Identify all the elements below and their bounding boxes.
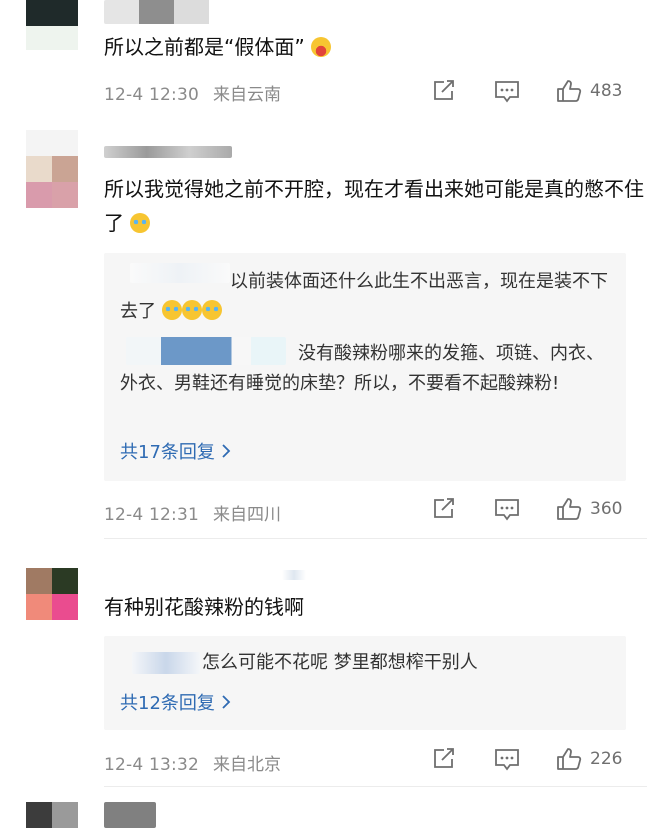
avatar[interactable] — [26, 802, 78, 828]
emoji-laugh-cry-icon — [201, 300, 222, 320]
location: 来自云南 — [212, 85, 281, 105]
like-icon — [557, 80, 582, 102]
comment-meta: 12-4 13:32 来自北京 — [104, 750, 281, 775]
timestamp: 12-4 13:32 — [104, 755, 199, 775]
more-replies-link[interactable]: 共12条回复 — [120, 689, 231, 715]
comment-icon — [495, 499, 519, 521]
like-icon — [557, 748, 582, 770]
like-count: 483 — [590, 81, 623, 101]
comment-button[interactable] — [494, 748, 520, 772]
reply-box: 怎么可能不花呢 梦里都想榨干别人 共12条回复 — [104, 636, 626, 730]
reply-text: 以前装体面还什么此生不出恶言，现在是装不下去了 — [120, 271, 608, 322]
comment-text: 所以我觉得她之前不开腔，现在才看出来她可能是真的憋不住了 — [104, 177, 644, 235]
like-icon — [557, 498, 582, 520]
location: 来自北京 — [212, 755, 281, 775]
emoji-laugh-cry-icon — [130, 213, 151, 233]
share-icon — [434, 498, 454, 518]
divider — [104, 786, 647, 787]
share-icon — [434, 80, 454, 100]
comment-meta: 12-4 12:30 来自云南 — [104, 80, 281, 105]
comment-meta: 12-4 12:31 来自四川 — [104, 500, 281, 525]
comment-icon — [495, 749, 519, 771]
username-blurred[interactable] — [104, 0, 244, 24]
like-count: 360 — [590, 499, 623, 519]
reply-text: 怎么可能不花呢 梦里都想榨干别人 — [202, 652, 478, 673]
more-replies-label: 共12条回复 — [120, 693, 215, 714]
divider — [104, 538, 647, 539]
reply-box: 以前装体面还什么此生不出恶言，现在是装不下去了 没有酸辣粉哪来的发箍、项链、内衣… — [104, 253, 626, 481]
timestamp: 12-4 12:30 — [104, 85, 199, 105]
emoji-laugh-cry-icon — [161, 300, 182, 320]
username-blurred[interactable] — [104, 146, 232, 158]
share-button[interactable] — [432, 80, 456, 102]
like-button[interactable]: 226 — [556, 747, 622, 771]
comment-text: 所以之前都是“假体面” — [104, 30, 624, 64]
timestamp: 12-4 12:31 — [104, 505, 199, 525]
share-icon — [434, 748, 454, 768]
comment-icon — [495, 81, 519, 103]
share-button[interactable] — [432, 748, 456, 770]
like-button[interactable]: 360 — [556, 497, 622, 521]
avatar[interactable] — [26, 568, 78, 620]
avatar[interactable] — [26, 130, 78, 208]
reply-text: 没有酸辣粉哪来的发箍、项链、内衣、外衣、男鞋还有睡觉的床垫？所以，不要看不起酸辣… — [120, 343, 604, 394]
more-replies-link[interactable]: 共17条回复 — [120, 438, 231, 464]
username-blurred[interactable] — [282, 570, 306, 580]
chevron-right-icon — [222, 444, 231, 458]
emoji-tongue-icon — [311, 37, 332, 57]
share-button[interactable] — [432, 498, 456, 520]
emoji-laugh-cry-icon — [181, 300, 202, 320]
more-replies-label: 共17条回复 — [120, 442, 215, 463]
location: 来自四川 — [212, 505, 281, 525]
comment-text: 有种别花酸辣粉的钱啊 — [104, 595, 304, 619]
username-blurred[interactable] — [104, 802, 156, 828]
like-count: 226 — [590, 749, 623, 769]
avatar[interactable] — [26, 0, 78, 50]
chevron-right-icon — [222, 695, 231, 709]
like-button[interactable]: 483 — [556, 79, 622, 103]
comment-button[interactable] — [494, 80, 520, 104]
comment-button[interactable] — [494, 498, 520, 522]
